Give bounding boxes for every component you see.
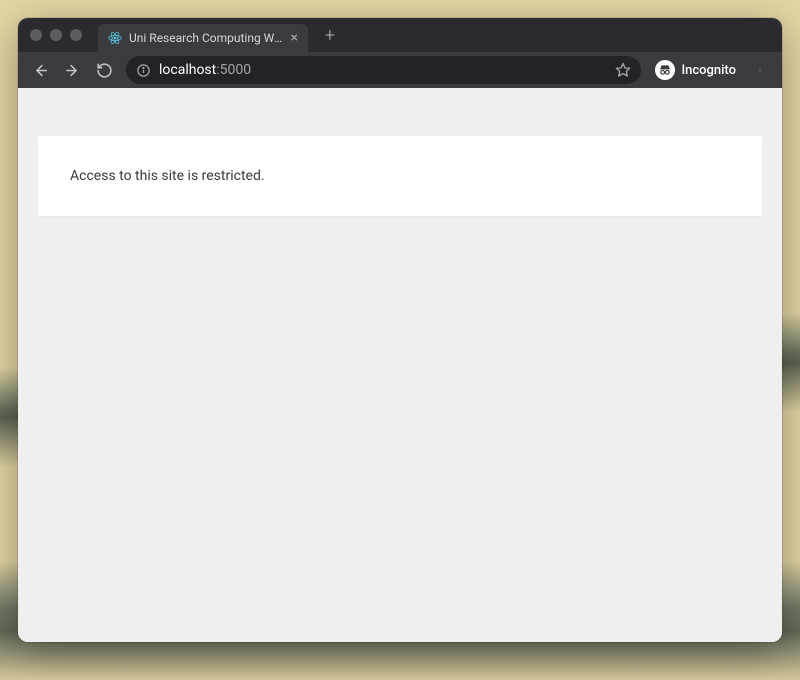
close-tab-button[interactable]: × [291, 31, 298, 45]
window-controls [30, 29, 82, 41]
url-host: localhost [159, 62, 216, 78]
browser-menu-button[interactable] [746, 56, 774, 84]
forward-button[interactable] [58, 56, 86, 84]
reload-button[interactable] [90, 56, 118, 84]
incognito-indicator[interactable]: Incognito [649, 60, 742, 80]
browser-window: Uni Research Computing Wordp × + [18, 18, 782, 642]
site-info-icon[interactable] [136, 63, 151, 78]
page-viewport: Access to this site is restricted. [18, 88, 782, 642]
window-close-button[interactable] [30, 29, 42, 41]
back-button[interactable] [26, 56, 54, 84]
window-maximize-button[interactable] [70, 29, 82, 41]
bookmark-button[interactable] [615, 62, 631, 78]
new-tab-button[interactable]: + [318, 23, 342, 47]
tab-title: Uni Research Computing Wordp [129, 31, 284, 45]
browser-toolbar: localhost:5000 Incognito [18, 52, 782, 88]
incognito-icon [655, 60, 675, 80]
access-restricted-message: Access to this site is restricted. [70, 168, 265, 184]
incognito-label: Incognito [681, 63, 736, 78]
window-minimize-button[interactable] [50, 29, 62, 41]
url-port: :5000 [216, 62, 251, 78]
message-panel: Access to this site is restricted. [38, 136, 762, 216]
url-text: localhost:5000 [159, 62, 607, 78]
address-bar[interactable]: localhost:5000 [126, 56, 641, 84]
react-icon [108, 31, 122, 45]
tab-bar: Uni Research Computing Wordp × + [18, 18, 782, 52]
browser-tab[interactable]: Uni Research Computing Wordp × [98, 24, 308, 52]
